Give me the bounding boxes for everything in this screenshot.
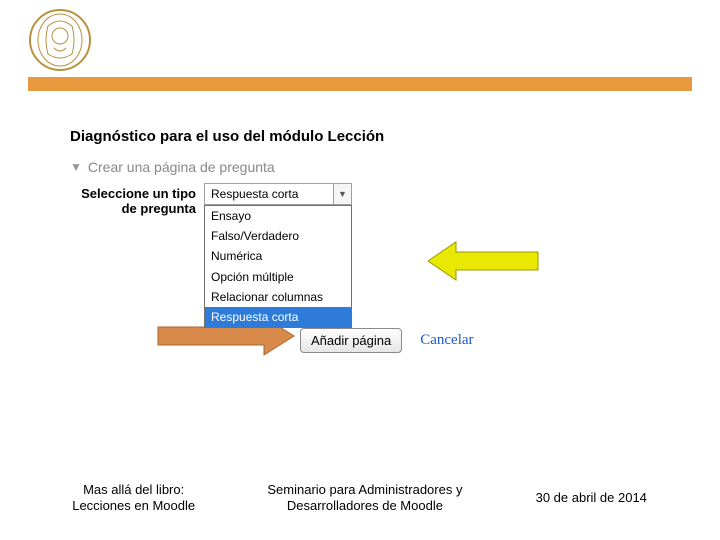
footer-mid-line2: Desarrolladores de Moodle: [217, 498, 512, 514]
question-type-selected: Respuesta corta: [205, 187, 333, 201]
footer-right: 30 de abril de 2014: [513, 490, 670, 506]
dropdown-option[interactable]: Ensayo: [205, 206, 351, 226]
accent-bar: [28, 77, 692, 91]
add-page-button[interactable]: Añadir página: [300, 328, 402, 353]
dropdown-option[interactable]: Opción múltiple: [205, 267, 351, 287]
institution-logo: [28, 6, 92, 74]
footer-left-line1: Mas allá del libro:: [50, 482, 217, 498]
question-type-dropdown[interactable]: Ensayo Falso/Verdadero Numérica Opción m…: [204, 205, 352, 328]
section-header: ▼ Crear una página de pregunta: [70, 159, 630, 175]
footer-mid: Seminario para Administradores y Desarro…: [217, 482, 512, 515]
footer-left: Mas allá del libro: Lecciones en Moodle: [50, 482, 217, 515]
dropdown-option[interactable]: Respuesta corta: [205, 307, 351, 327]
footer-left-line2: Lecciones en Moodle: [50, 498, 217, 514]
dropdown-option[interactable]: Falso/Verdadero: [205, 226, 351, 246]
footer-mid-line1: Seminario para Administradores y: [217, 482, 512, 498]
question-type-select[interactable]: Respuesta corta ▼: [204, 183, 352, 205]
footer: Mas allá del libro: Lecciones en Moodle …: [0, 482, 720, 515]
chevron-down-icon: ▼: [70, 160, 82, 174]
cancel-link[interactable]: Cancelar: [420, 332, 473, 349]
dropdown-arrow-icon: ▼: [333, 184, 351, 204]
highlight-arrow-left-icon: [428, 240, 540, 282]
dropdown-option[interactable]: Relacionar columnas: [205, 287, 351, 307]
page-title: Diagnóstico para el uso del módulo Lecci…: [70, 128, 630, 145]
field-label-question-type: Seleccione un tipo de pregunta: [70, 183, 204, 217]
dropdown-option[interactable]: Numérica: [205, 246, 351, 266]
section-label: Crear una página de pregunta: [88, 159, 275, 175]
footer-date: 30 de abril de 2014: [513, 490, 670, 506]
